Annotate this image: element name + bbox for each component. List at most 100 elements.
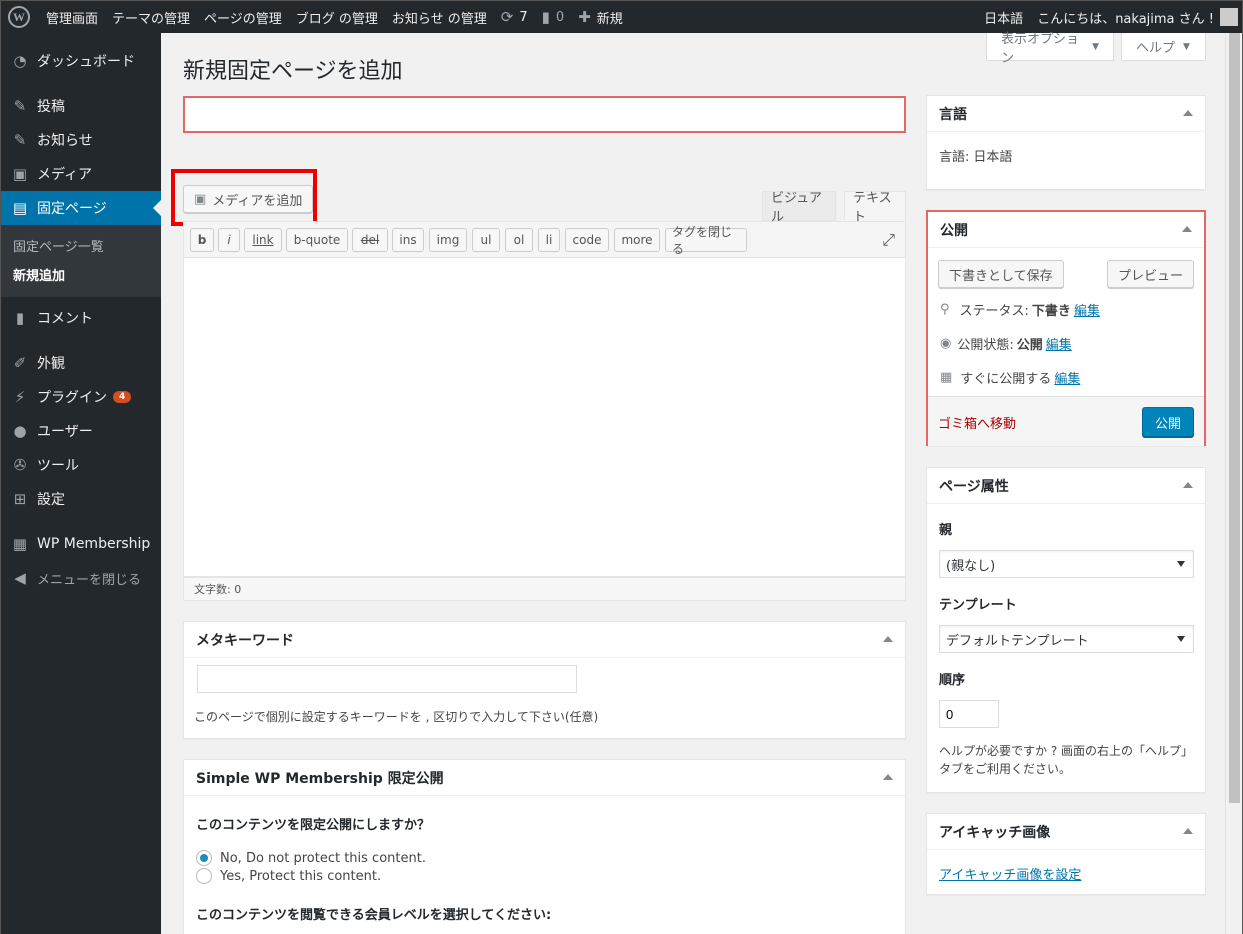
qt-close-tags-button[interactable]: タグを閉じる [665, 225, 747, 256]
box-header[interactable]: メタキーワード [184, 622, 905, 658]
pages-submenu: 固定ページ一覧 新規追加 [1, 225, 161, 297]
template-select[interactable]: デフォルトテンプレート [939, 625, 1194, 653]
fullscreen-icon[interactable]: ⤢ [882, 230, 895, 250]
meta-keyword-input[interactable] [197, 665, 577, 693]
menu-label: コメント [37, 311, 93, 327]
admin-bar-item-blog[interactable]: ブログ の管理 [289, 1, 385, 33]
edit-schedule-link[interactable]: 編集 [1054, 368, 1080, 387]
admin-bar-site-name[interactable]: 管理画面 [39, 1, 105, 33]
language-row: 言語: 日本語 [939, 146, 1012, 165]
wrench-icon: ✇ [13, 456, 27, 474]
add-media-button[interactable]: ▣ メディアを追加 [183, 185, 314, 213]
template-label: テンプレート [939, 598, 1017, 613]
schedule-label: すぐに公開する [960, 372, 1052, 387]
radio-button[interactable] [196, 850, 212, 866]
qt-italic-button[interactable]: i [218, 228, 240, 252]
admin-bar-item-theme[interactable]: テーマの管理 [105, 1, 197, 33]
order-label: 順序 [939, 673, 966, 688]
edit-visibility-link[interactable]: 編集 [1046, 334, 1072, 353]
collapse-arrow-icon[interactable] [1183, 482, 1193, 488]
qt-more-button[interactable]: more [614, 228, 660, 252]
collapse-arrow-icon[interactable] [1182, 226, 1192, 232]
menu-item-posts[interactable]: ✎ 投稿 [1, 89, 161, 123]
menu-item-comments[interactable]: ▮ コメント [1, 301, 161, 335]
edit-status-link[interactable]: 編集 [1074, 300, 1100, 319]
preview-button[interactable]: プレビュー [1106, 260, 1194, 288]
plugin-update-badge: 4 [113, 391, 132, 403]
collapse-menu[interactable]: ◀ メニューを閉じる [1, 561, 161, 595]
save-draft-button[interactable]: 下書きとして保存 [938, 260, 1064, 288]
box-header[interactable]: 言語 [927, 96, 1205, 132]
collapse-arrow-icon[interactable] [1183, 110, 1193, 116]
qt-link-button[interactable]: link [244, 228, 282, 252]
set-featured-image-link[interactable]: アイキャッチ画像を設定 [939, 864, 1081, 883]
box-header[interactable]: アイキャッチ画像 [927, 814, 1205, 850]
order-input[interactable] [939, 700, 999, 728]
qt-ins-button[interactable]: ins [392, 228, 424, 252]
language-box: 言語 言語: 日本語 [926, 95, 1206, 190]
qt-bold-button[interactable]: b [190, 228, 214, 252]
radio-option-protect[interactable]: Yes, Protect this content. [196, 868, 381, 884]
collapse-arrow-icon: ◀ [14, 569, 26, 587]
content-textarea[interactable] [183, 257, 906, 577]
admin-bar-item-pages[interactable]: ページの管理 [197, 1, 289, 33]
pin-icon: ✎ [13, 131, 27, 149]
menu-item-wp-membership[interactable]: ▦ WP Membership [1, 527, 161, 561]
menu-item-plugins[interactable]: ⚡ プラグイン 4 [1, 380, 161, 414]
admin-bar-comments[interactable]: ▮ 0 [535, 1, 572, 33]
box-header[interactable]: Simple WP Membership 限定公開 [184, 760, 905, 796]
media-icon: ▣ [194, 191, 207, 207]
menu-item-settings[interactable]: ⊞ 設定 [1, 482, 161, 516]
menu-item-media[interactable]: ▣ メディア [1, 157, 161, 191]
qt-code-button[interactable]: code [565, 228, 609, 252]
tab-visual[interactable]: ビジュアル [762, 191, 836, 225]
box-header[interactable]: 公開 [928, 212, 1204, 248]
admin-bar-new[interactable]: ✚ 新規 [571, 1, 630, 33]
radio-button[interactable] [196, 868, 212, 884]
menu-item-dashboard[interactable]: ◔ ダッシュボード [1, 44, 161, 78]
qt-blockquote-button[interactable]: b-quote [286, 228, 348, 252]
post-title-input[interactable] [183, 96, 906, 133]
screen-options-button[interactable]: 表示オプション ▼ [986, 32, 1114, 66]
help-button[interactable]: ヘルプ ▼ [1121, 33, 1206, 61]
menu-item-tools[interactable]: ✇ ツール [1, 448, 161, 482]
parent-select-value: (親なし) [946, 558, 996, 574]
menu-item-pages[interactable]: ▤ 固定ページ [1, 191, 161, 225]
chevron-down-icon: ▼ [1092, 41, 1099, 52]
collapse-arrow-icon[interactable] [883, 774, 893, 780]
menu-item-appearance[interactable]: ✐ 外観 [1, 346, 161, 380]
visibility-value: 公開 [1016, 338, 1043, 353]
collapse-arrow-icon[interactable] [1183, 828, 1193, 834]
menu-label: 投稿 [37, 99, 65, 115]
radio-option-no-protect[interactable]: No, Do not protect this content. [196, 850, 426, 866]
menu-item-news[interactable]: ✎ お知らせ [1, 123, 161, 157]
page-scrollbar[interactable] [1225, 33, 1242, 934]
help-text: ヘルプが必要ですか ? 画面の右上の「ヘルプ」タブをご利用ください。 [939, 744, 1193, 776]
menu-label: ダッシュボード [37, 54, 135, 70]
menu-label: ユーザー [37, 424, 93, 440]
box-title: 言語 [939, 106, 967, 123]
trash-link[interactable]: ゴミ箱へ移動 [938, 413, 1016, 432]
submenu-item-all-pages[interactable]: 固定ページ一覧 [1, 231, 161, 260]
scrollbar-thumb[interactable] [1229, 33, 1240, 803]
eye-icon: ◉ [940, 336, 952, 351]
qt-li-button[interactable]: li [538, 228, 560, 252]
qt-ul-button[interactable]: ul [472, 228, 500, 252]
admin-bar-updates[interactable]: ⟳ 7 [494, 1, 535, 33]
wp-logo-menu[interactable]: W [1, 1, 39, 33]
qt-ol-button[interactable]: ol [505, 228, 533, 252]
qt-img-button[interactable]: img [429, 228, 467, 252]
submenu-item-add-new[interactable]: 新規追加 [1, 260, 161, 289]
tab-text[interactable]: テキスト [844, 191, 906, 225]
qt-del-button[interactable]: del [352, 228, 388, 252]
collapse-arrow-icon[interactable] [883, 636, 893, 642]
page-title: 新規固定ページを追加 [183, 59, 403, 84]
wp-admin-window: W 管理画面 テーマの管理 ページの管理 ブログ の管理 お知らせ の管理 ⟳ 7… [0, 0, 1243, 934]
publish-button[interactable]: 公開 [1141, 407, 1194, 437]
menu-item-users[interactable]: ● ユーザー [1, 414, 161, 448]
menu-label: 外観 [37, 356, 65, 372]
parent-select[interactable]: (親なし) [939, 550, 1194, 578]
pages-icon: ▤ [12, 199, 28, 217]
box-header[interactable]: ページ属性 [927, 468, 1205, 504]
admin-bar-item-news[interactable]: お知らせ の管理 [385, 1, 494, 33]
